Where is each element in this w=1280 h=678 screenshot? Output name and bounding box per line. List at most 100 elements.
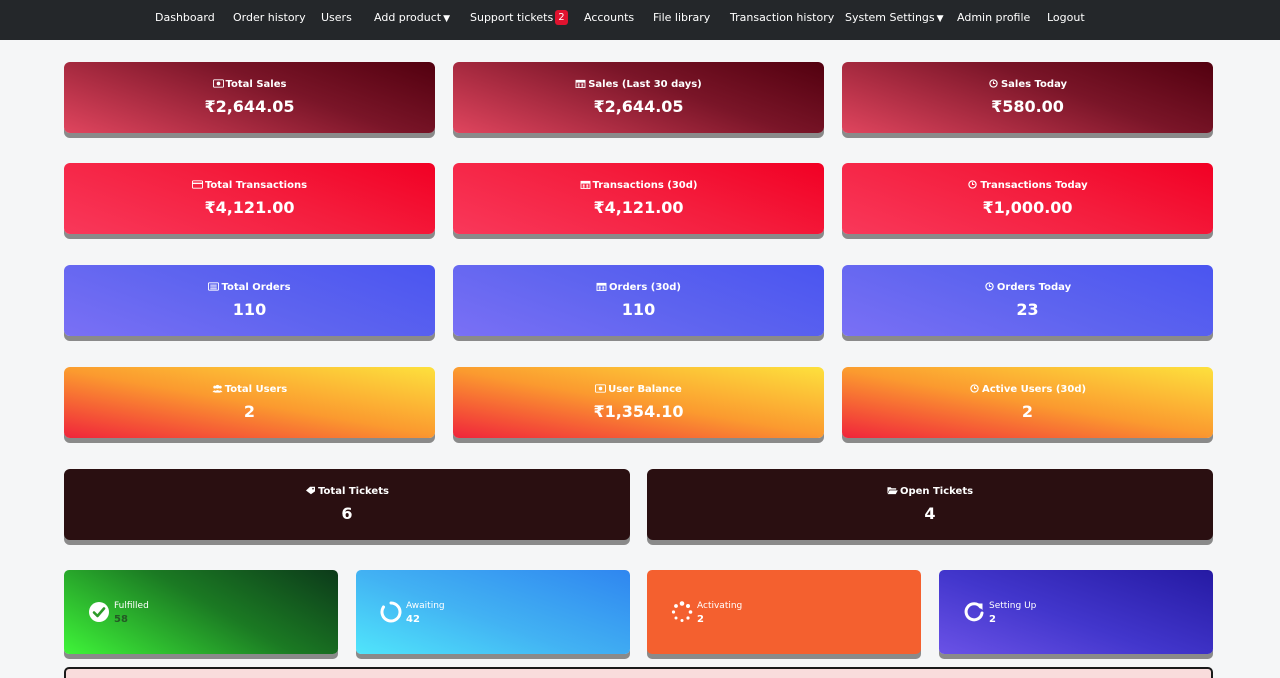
stat-card-total-tickets: Total Tickets 6	[64, 469, 630, 540]
status-card-fulfilled[interactable]: Fulfilled 58	[64, 570, 338, 654]
status-label: Fulfilled	[114, 601, 149, 611]
stat-label: Total Transactions	[204, 180, 308, 191]
stat-label: Open Tickets	[899, 486, 974, 497]
stat-title: Total Users	[64, 383, 435, 397]
stat-card-orders-30d: Orders (30d) 110	[453, 265, 824, 336]
caret-down-icon: ▼	[936, 14, 944, 24]
status-card-awaiting[interactable]: Awaiting 42	[356, 570, 630, 654]
status-count: 42	[406, 614, 420, 625]
stat-card-transactions-30d: Transactions (30d) ₹4,121.00	[453, 163, 824, 234]
status-count: 58	[114, 614, 128, 625]
nav-order-history[interactable]: Order history	[233, 0, 306, 36]
stat-value: ₹4,121.00	[204, 198, 295, 217]
stat-value: 23	[1016, 300, 1039, 319]
stat-card-open-tickets: Open Tickets 4	[647, 469, 1213, 540]
stat-card-transactions-today: Transactions Today ₹1,000.00	[842, 163, 1213, 234]
status-count: 2	[697, 614, 704, 625]
stat-value: 4	[924, 504, 936, 523]
stat-card-orders-today: Orders Today 23	[842, 265, 1213, 336]
nav-dashboard[interactable]: Dashboard	[155, 0, 215, 36]
support-tickets-badge: 2	[555, 9, 568, 25]
money-icon	[595, 384, 607, 393]
stat-title: Transactions (30d)	[453, 179, 824, 193]
stat-label: Orders Today	[996, 282, 1072, 293]
stat-label: Total Tickets	[318, 486, 389, 497]
stat-card-user-balance: User Balance ₹1,354.10	[453, 367, 824, 438]
nav-add-product[interactable]: Add product ▼	[374, 0, 450, 36]
calendar-icon	[596, 282, 607, 291]
status-label: Activating	[697, 601, 743, 611]
users-icon	[212, 384, 223, 393]
stat-value: ₹580.00	[991, 97, 1064, 116]
stat-value: 110	[621, 300, 656, 319]
stat-label: Sales (Last 30 days)	[588, 79, 702, 90]
nav-transaction-history[interactable]: Transaction history	[730, 0, 834, 36]
nav-logout[interactable]: Logout	[1047, 0, 1085, 36]
ticket-icon	[306, 486, 316, 495]
nav-file-library[interactable]: File library	[653, 0, 710, 36]
stat-title: Orders (30d)	[453, 281, 824, 295]
stat-title: Active Users (30d)	[842, 383, 1213, 397]
stat-label: Total Sales	[225, 79, 287, 90]
stat-value: 110	[232, 300, 267, 319]
stat-title: Transactions Today	[842, 179, 1213, 193]
status-label: Setting Up	[989, 601, 1037, 611]
money-icon	[212, 79, 224, 88]
clock-icon	[985, 282, 994, 291]
status-count: 2	[989, 614, 996, 625]
nav-support-tickets[interactable]: Support tickets 2	[470, 0, 568, 36]
stat-value: 2	[243, 402, 256, 421]
stat-value: 2	[1021, 402, 1034, 421]
top-navbar: Dashboard Order history Users Add produc…	[0, 0, 1280, 40]
stat-title: Total Tickets	[64, 485, 630, 499]
stat-card-total-orders: Total Orders 110	[64, 265, 435, 336]
nav-system-settings-label: System Settings	[845, 11, 935, 24]
nav-add-product-label: Add product	[374, 11, 442, 24]
stat-value: ₹1,000.00	[982, 198, 1073, 217]
nav-users[interactable]: Users	[321, 0, 352, 36]
stat-label: User Balance	[608, 384, 682, 395]
stat-label: Sales Today	[1000, 79, 1068, 90]
stat-title: User Balance	[453, 383, 824, 397]
stat-title: Total Sales	[64, 78, 435, 92]
stat-value: ₹4,121.00	[593, 198, 684, 217]
nav-accounts[interactable]: Accounts	[584, 0, 634, 36]
stat-title: Total Transactions	[64, 179, 435, 193]
nav-support-tickets-label: Support tickets	[470, 11, 554, 24]
nav-admin-profile[interactable]: Admin profile	[957, 0, 1030, 36]
list-icon	[208, 282, 220, 291]
check-circle-icon	[89, 602, 109, 622]
stat-value: ₹2,644.05	[593, 97, 684, 116]
redo-icon	[964, 602, 984, 622]
credit-card-icon	[191, 180, 203, 189]
folder-open-icon	[887, 487, 898, 495]
stat-card-total-sales: Total Sales ₹2,644.05	[64, 62, 435, 133]
calendar-icon	[575, 79, 586, 88]
clock-icon	[989, 79, 998, 88]
stat-title: Total Orders	[64, 281, 435, 295]
status-card-setting-up[interactable]: Setting Up 2	[939, 570, 1213, 654]
nav-system-settings[interactable]: System Settings ▼	[845, 0, 944, 36]
stat-title: Orders Today	[842, 281, 1213, 295]
stat-title: Sales Today	[842, 78, 1213, 92]
stat-label: Transactions (30d)	[592, 180, 698, 191]
stat-value: ₹2,644.05	[204, 97, 295, 116]
alert-panel	[64, 667, 1213, 678]
stat-card-sales-30d: Sales (Last 30 days) ₹2,644.05	[453, 62, 824, 133]
clock-icon	[970, 384, 979, 393]
stat-label: Total Orders	[221, 282, 291, 293]
spinner-icon	[671, 601, 693, 622]
stat-label: Transactions Today	[980, 180, 1088, 191]
stat-label: Total Users	[224, 384, 288, 395]
stat-value: ₹1,354.10	[593, 402, 684, 421]
stat-card-sales-today: Sales Today ₹580.00	[842, 62, 1213, 133]
caret-down-icon: ▼	[443, 14, 451, 24]
stat-card-total-users: Total Users 2	[64, 367, 435, 438]
stat-title: Sales (Last 30 days)	[453, 78, 824, 92]
stat-title: Open Tickets	[647, 485, 1213, 499]
status-card-activating[interactable]: Activating 2	[647, 570, 921, 654]
stat-card-active-users: Active Users (30d) 2	[842, 367, 1213, 438]
stat-label: Active Users (30d)	[981, 384, 1087, 395]
stat-value: 6	[341, 504, 353, 523]
clock-icon	[968, 180, 978, 189]
